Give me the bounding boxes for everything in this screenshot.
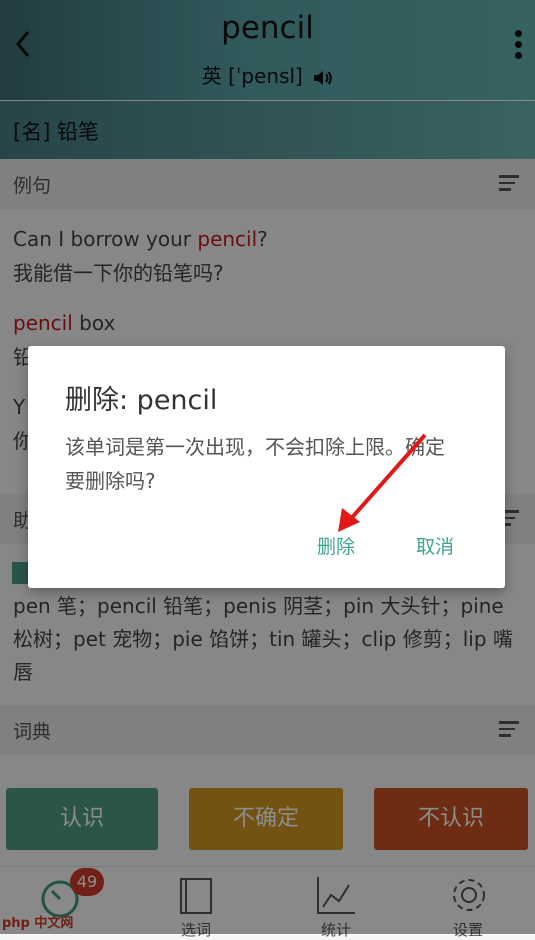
dialog-title: 删除: pencil bbox=[65, 385, 218, 416]
delete-button[interactable]: 删除 bbox=[317, 532, 355, 559]
red-arrow-annotation bbox=[338, 433, 427, 532]
cancel-button[interactable]: 取消 bbox=[416, 532, 454, 559]
delete-dialog: 删除: pencil 该单词是第一次出现，不会扣除上限。确定要删除吗? 删除 取… bbox=[28, 346, 505, 588]
